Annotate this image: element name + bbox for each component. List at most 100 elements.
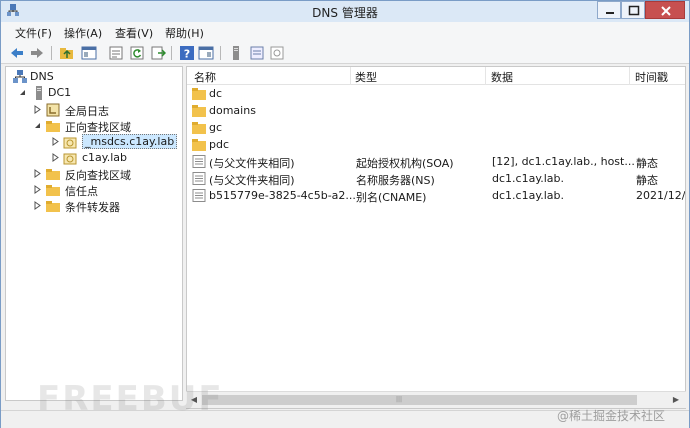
- tree-node-label: 信任点: [65, 185, 98, 198]
- tree-node-label: _msdcs.c1ay.lab: [82, 134, 178, 149]
- cell-type: 起始授权机构(SOA): [356, 157, 454, 170]
- list-item[interactable]: dc: [187, 85, 685, 102]
- menu-file[interactable]: 文件(F): [15, 25, 52, 41]
- cell-data: dc1.c1ay.lab.: [492, 172, 565, 185]
- minimize-icon: [606, 12, 614, 14]
- collapsed-arrow-icon[interactable]: [33, 201, 42, 210]
- help-icon[interactable]: ?: [179, 45, 195, 61]
- tree-node-reverse-lookup-zones[interactable]: 反向查找区域: [6, 166, 182, 182]
- tree-node-global-logs[interactable]: 全局日志: [6, 102, 182, 118]
- server-icon[interactable]: [228, 45, 244, 61]
- dns-icon: [13, 70, 27, 83]
- column-divider[interactable]: [629, 67, 630, 85]
- tree-node-msdcs-zone[interactable]: _msdcs.c1ay.lab: [6, 134, 182, 150]
- scroll-right-icon[interactable]: ▶: [671, 395, 681, 405]
- expanded-arrow-icon[interactable]: [18, 88, 27, 97]
- zone-icon: [63, 137, 77, 149]
- close-icon: [661, 6, 671, 16]
- tree-node-label: DNS: [30, 70, 54, 83]
- column-header-type[interactable]: 类型: [355, 69, 377, 85]
- cell-name: pdc: [209, 138, 230, 151]
- title-bar[interactable]: DNS 管理器: [1, 1, 689, 22]
- close-button[interactable]: [645, 1, 685, 19]
- collapsed-arrow-icon[interactable]: [51, 137, 60, 146]
- column-header-data[interactable]: 数据: [491, 69, 513, 85]
- menu-view[interactable]: 查看(V): [115, 25, 153, 41]
- tree-node-label: DC1: [48, 86, 72, 99]
- console-tree[interactable]: DNS DC1 全局日志 正向查找区域 _msdcs.c1ay.lab c1ay…: [5, 66, 183, 401]
- tree-node-c1ay-zone[interactable]: c1ay.lab: [6, 150, 182, 166]
- tree-node-forward-lookup-zones[interactable]: 正向查找区域: [6, 118, 182, 134]
- server-icon: [36, 86, 42, 100]
- toolbar-separator: [171, 46, 172, 60]
- show-hide-console-tree-icon[interactable]: [81, 45, 97, 61]
- list-item[interactable]: (与父文件夹相同) 名称服务器(NS) dc1.c1ay.lab. 静态: [187, 170, 685, 187]
- folder-icon: [46, 201, 60, 212]
- back-arrow-icon[interactable]: [9, 45, 25, 61]
- cell-name: (与父文件夹相同): [209, 157, 295, 170]
- collapsed-arrow-icon[interactable]: [51, 153, 60, 162]
- dns-manager-window: DNS 管理器 文件(F) 操作(A) 查看(V) 帮助(H) ? DNS DC…: [0, 0, 690, 428]
- svg-text:?: ?: [184, 48, 190, 61]
- tree-node-label: 反向查找区域: [65, 169, 131, 182]
- tree-node-conditional-forwarders[interactable]: 条件转发器: [6, 198, 182, 214]
- tree-node-label: 条件转发器: [65, 201, 120, 214]
- cell-type: 别名(CNAME): [356, 191, 427, 204]
- list-item[interactable]: domains: [187, 102, 685, 119]
- forward-arrow-icon[interactable]: [29, 45, 45, 61]
- record-icon[interactable]: [269, 45, 285, 61]
- cell-data: dc1.c1ay.lab.: [492, 189, 565, 202]
- record-icon: [192, 155, 206, 168]
- maximize-button[interactable]: [621, 1, 645, 19]
- folder-up-icon[interactable]: [59, 45, 75, 61]
- record-list[interactable]: 名称 类型 数据 时间戳 dc domains gc pdc (与父文件夹相同)…: [186, 66, 686, 409]
- cell-timestamp: 静态: [636, 174, 658, 187]
- folder-icon: [46, 121, 60, 132]
- menu-bar: 文件(F) 操作(A) 查看(V) 帮助(H): [1, 22, 689, 42]
- minimize-button[interactable]: [597, 1, 621, 19]
- tree-node-dns[interactable]: DNS: [6, 69, 182, 85]
- toolbar-separator: [51, 46, 52, 60]
- cell-timestamp: 2021/12/: [636, 189, 686, 202]
- properties-icon[interactable]: [108, 45, 124, 61]
- toolbar: ?: [1, 42, 689, 64]
- column-header-name[interactable]: 名称: [194, 69, 216, 85]
- tree-node-label: 全局日志: [65, 105, 109, 118]
- tree-node-label: c1ay.lab: [82, 151, 128, 164]
- zone-icon: [63, 153, 77, 165]
- toolbar-separator: [220, 46, 221, 60]
- window-title: DNS 管理器: [312, 6, 378, 20]
- cell-type: 名称服务器(NS): [356, 174, 435, 187]
- tree-node-label: 正向查找区域: [65, 121, 131, 134]
- list-item[interactable]: pdc: [187, 136, 685, 153]
- column-header-timestamp[interactable]: 时间戳: [635, 69, 668, 85]
- expanded-arrow-icon[interactable]: [33, 121, 42, 130]
- folder-icon: [192, 139, 206, 151]
- refresh-icon[interactable]: [129, 45, 145, 61]
- tree-node-dc1[interactable]: DC1: [6, 85, 182, 101]
- folder-icon: [192, 105, 206, 117]
- record-icon: [192, 172, 206, 185]
- column-divider[interactable]: [485, 67, 486, 85]
- folder-icon: [46, 185, 60, 196]
- zone-icon[interactable]: [249, 45, 265, 61]
- cell-name: gc: [209, 121, 223, 134]
- scrollbar-thumb[interactable]: [202, 395, 637, 405]
- collapsed-arrow-icon[interactable]: [33, 185, 42, 194]
- list-item[interactable]: b515779e-3825-4c5b-a2... 别名(CNAME) dc1.c…: [187, 187, 685, 204]
- list-item[interactable]: gc: [187, 119, 685, 136]
- tree-node-trust-points[interactable]: 信任点: [6, 182, 182, 198]
- collapsed-arrow-icon[interactable]: [33, 105, 42, 114]
- export-list-icon[interactable]: [150, 45, 166, 61]
- menu-help[interactable]: 帮助(H): [165, 25, 204, 41]
- column-divider[interactable]: [350, 67, 351, 85]
- collapsed-arrow-icon[interactable]: [33, 169, 42, 178]
- folder-icon: [46, 169, 60, 180]
- menu-action[interactable]: 操作(A): [64, 25, 102, 41]
- show-hide-action-pane-icon[interactable]: [198, 45, 214, 61]
- list-item[interactable]: (与父文件夹相同) 起始授权机构(SOA) [12], dc1.c1ay.lab…: [187, 153, 685, 170]
- scrollbar-grip-icon: |||: [396, 396, 403, 403]
- horizontal-scrollbar[interactable]: ◀ ||| ▶: [186, 391, 686, 408]
- cell-name: b515779e-3825-4c5b-a2...: [209, 189, 356, 202]
- folder-icon: [192, 122, 206, 134]
